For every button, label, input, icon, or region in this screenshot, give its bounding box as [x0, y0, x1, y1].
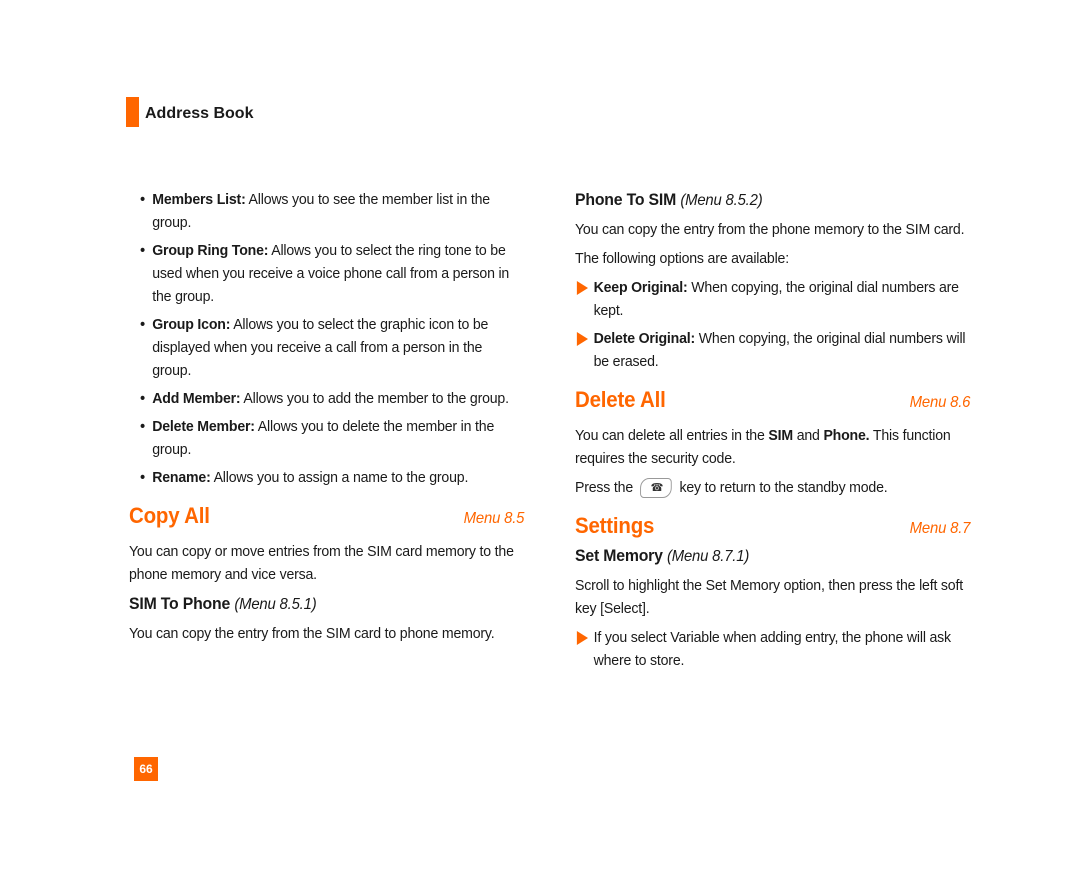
list-item: Delete Original: When copying, the origi… [575, 327, 970, 373]
right-column: Phone To SIM (Menu 8.5.2) You can copy t… [575, 188, 970, 677]
list-item: Add Member: Allows you to add the member… [140, 387, 524, 410]
list-item: Group Ring Tone: Allows you to select th… [140, 239, 524, 308]
phone-to-sim-heading: Phone To SIM (Menu 8.5.2) [575, 190, 763, 209]
arrow-icon [576, 332, 589, 346]
end-call-key-icon [640, 477, 673, 498]
sim-to-phone-body: You can copy the entry from the SIM card… [129, 625, 495, 642]
section-title: Address Book [145, 105, 254, 122]
settings-menu: Menu 8.7 [909, 520, 971, 537]
set-memory-heading: Set Memory (Menu 8.7.1) [575, 546, 750, 565]
phone-to-sim-body: You can copy the entry from the phone me… [575, 221, 965, 238]
delete-all-heading: Delete All Menu 8.6 [575, 387, 970, 414]
set-memory-body: Scroll to highlight the Set Memory optio… [575, 577, 963, 617]
copy-all-heading: Copy All Menu 8.5 [129, 503, 524, 530]
page-number: 66 [134, 757, 158, 781]
sim-to-phone-heading: SIM To Phone (Menu 8.5.1) [129, 594, 317, 613]
list-item: If you select Variable when adding entry… [575, 626, 970, 672]
section-marker [126, 97, 139, 127]
delete-all-title: Delete All [575, 387, 666, 412]
delete-all-press: Press thekey to return to the standby mo… [575, 476, 970, 499]
options-intro: The following options are available: [575, 250, 789, 267]
list-item: Keep Original: When copying, the origina… [575, 276, 970, 322]
list-item: Delete Member: Allows you to delete the … [140, 415, 524, 461]
copy-all-menu: Menu 8.5 [463, 510, 525, 527]
delete-all-menu: Menu 8.6 [909, 394, 971, 411]
delete-all-body: You can delete all entries in the SIM an… [575, 427, 951, 467]
section-header: Address Book [126, 97, 253, 127]
copy-all-body: You can copy or move entries from the SI… [129, 543, 514, 583]
list-item: Rename: Allows you to assign a name to t… [140, 466, 524, 489]
left-column: Members List: Allows you to see the memb… [129, 188, 524, 651]
settings-title: Settings [575, 513, 655, 538]
arrow-icon [576, 631, 589, 645]
list-item: Group Icon: Allows you to select the gra… [140, 313, 524, 382]
list-item: Members List: Allows you to see the memb… [140, 188, 524, 234]
arrow-icon [576, 281, 589, 295]
copy-all-title: Copy All [129, 503, 210, 528]
settings-heading: Settings Menu 8.7 [575, 513, 970, 540]
